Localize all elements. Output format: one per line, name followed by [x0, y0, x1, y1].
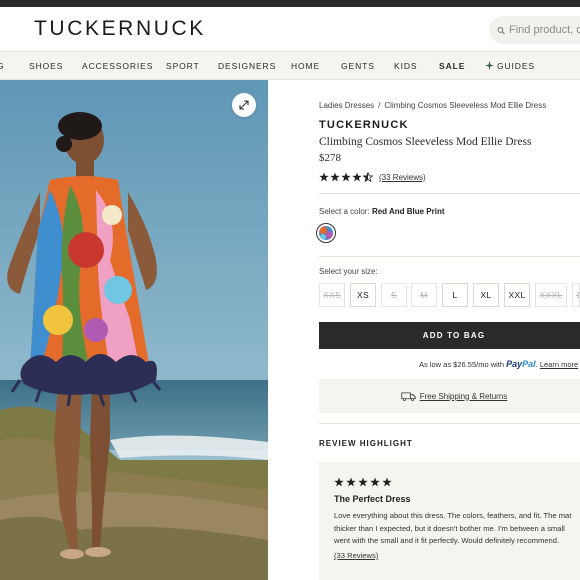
paypal-logo: PayPal — [506, 359, 536, 369]
review-body-line: went with the small and it fit perfectly… — [334, 536, 560, 545]
paypal-logo-pal: Pal — [522, 359, 536, 369]
nav-item-guides[interactable]: GUIDES — [485, 61, 535, 71]
color-swatch-image — [319, 226, 333, 240]
star-icon — [352, 172, 362, 182]
review-reviews-link[interactable]: (33 Reviews) — [334, 551, 378, 560]
compass-star-icon — [485, 61, 494, 70]
breadcrumb-separator: / — [378, 101, 381, 110]
review-body-line: thicker than I expected, but it doesn't … — [334, 523, 565, 533]
paypal-learn-more-link[interactable]: Learn more — [540, 360, 578, 369]
nav-item-accessories[interactable]: ACCESSORIES — [82, 61, 153, 71]
top-bar — [0, 0, 580, 7]
product-price: $278 — [319, 152, 341, 164]
divider — [319, 423, 580, 424]
selected-color-name: Red And Blue Print — [371, 207, 445, 216]
breadcrumb: Ladies Dresses / Climbing Cosmos Sleeveles… — [319, 101, 546, 110]
size-m-button[interactable]: M — [411, 283, 437, 307]
truck-icon — [401, 391, 416, 401]
review-title: The Perfect Dress — [334, 494, 411, 504]
site-header: TUCKERNUCK — [0, 7, 580, 51]
review-stars — [334, 477, 394, 487]
paypal-logo-pay: Pay — [506, 359, 523, 369]
nav-item-home[interactable]: HOME — [291, 61, 320, 71]
search-box[interactable] — [489, 16, 580, 44]
nav-item-kids[interactable]: KIDS — [394, 61, 417, 71]
nav-item-shoes[interactable]: SHOES — [29, 61, 63, 71]
add-to-bag-button[interactable]: ADD TO BAG — [319, 322, 580, 349]
nav-item-designers[interactable]: DESIGNERS — [218, 61, 276, 71]
nav-item-guides-label: GUIDES — [497, 61, 535, 71]
star-icon — [382, 477, 392, 487]
size-extra-button[interactable]: 1 — [572, 283, 580, 307]
nav-item-gents[interactable]: GENTS — [341, 61, 375, 71]
nav-item-sale[interactable]: SALE — [439, 61, 465, 71]
breadcrumb-link-ladies-dresses[interactable]: Ladies Dresses — [319, 101, 374, 110]
color-label-text: Select a color: — [319, 207, 370, 216]
star-icon — [341, 172, 351, 182]
search-icon — [497, 26, 505, 34]
size-xxl-button[interactable]: XXL — [504, 283, 530, 307]
size-xxxl-button[interactable]: XXXL — [535, 283, 567, 307]
main-nav: G SHOES ACCESSORIES SPORT DESIGNERS HOME… — [0, 51, 580, 80]
divider — [319, 193, 580, 194]
expand-image-button[interactable] — [232, 93, 256, 117]
size-label: Select your size: — [319, 267, 378, 276]
half-star-icon — [363, 172, 373, 182]
color-swatch-red-blue-print[interactable] — [316, 223, 336, 243]
site-logo[interactable]: TUCKERNUCK — [34, 17, 206, 41]
star-icon — [330, 172, 340, 182]
review-body: Love everything about this dress. The co… — [334, 510, 580, 548]
breadcrumb-current[interactable]: Climbing Cosmos Sleeveless Mod Ellie Dre… — [384, 101, 546, 110]
nav-item-sport[interactable]: SPORT — [166, 61, 200, 71]
paypal-installments: As low as $26.55/mo with PayPal. Learn m… — [419, 359, 579, 369]
review-highlight-heading: REVIEW HIGHLIGHT — [319, 439, 413, 448]
review-body-line: Love everything about this dress. The co… — [334, 511, 572, 520]
search-input[interactable] — [509, 24, 580, 36]
product-rating[interactable]: (33 Reviews) — [319, 172, 426, 182]
model-image — [0, 80, 268, 580]
star-icon — [370, 477, 380, 487]
star-icon — [346, 477, 356, 487]
reviews-link[interactable]: (33 Reviews) — [379, 173, 426, 182]
size-xxs-button[interactable]: XXS — [319, 283, 345, 307]
size-xs-button[interactable]: XS — [350, 283, 376, 307]
star-icon — [358, 477, 368, 487]
size-l-button[interactable]: L — [442, 283, 468, 307]
shipping-banner[interactable]: Free Shipping & Returns — [319, 379, 580, 413]
shipping-link[interactable]: Free Shipping & Returns — [420, 392, 508, 401]
divider — [319, 256, 580, 257]
star-icon — [319, 172, 329, 182]
color-label: Select a color: Red And Blue Print — [319, 207, 445, 216]
review-card: The Perfect Dress Love everything about … — [319, 462, 580, 580]
product-name: Climbing Cosmos Sleeveless Mod Ellie Dre… — [319, 136, 532, 148]
nav-item-clothing[interactable]: G — [0, 61, 5, 71]
product-photo[interactable] — [0, 80, 268, 580]
size-xl-button[interactable]: XL — [473, 283, 499, 307]
size-s-button[interactable]: S — [381, 283, 407, 307]
expand-icon — [239, 100, 249, 110]
product-brand[interactable]: TUCKERNUCK — [319, 119, 409, 131]
star-icon — [334, 477, 344, 487]
paypal-text: As low as $26.55/mo with — [419, 360, 505, 369]
product-panel: Ladies Dresses / Climbing Cosmos Sleeveles… — [268, 80, 580, 580]
